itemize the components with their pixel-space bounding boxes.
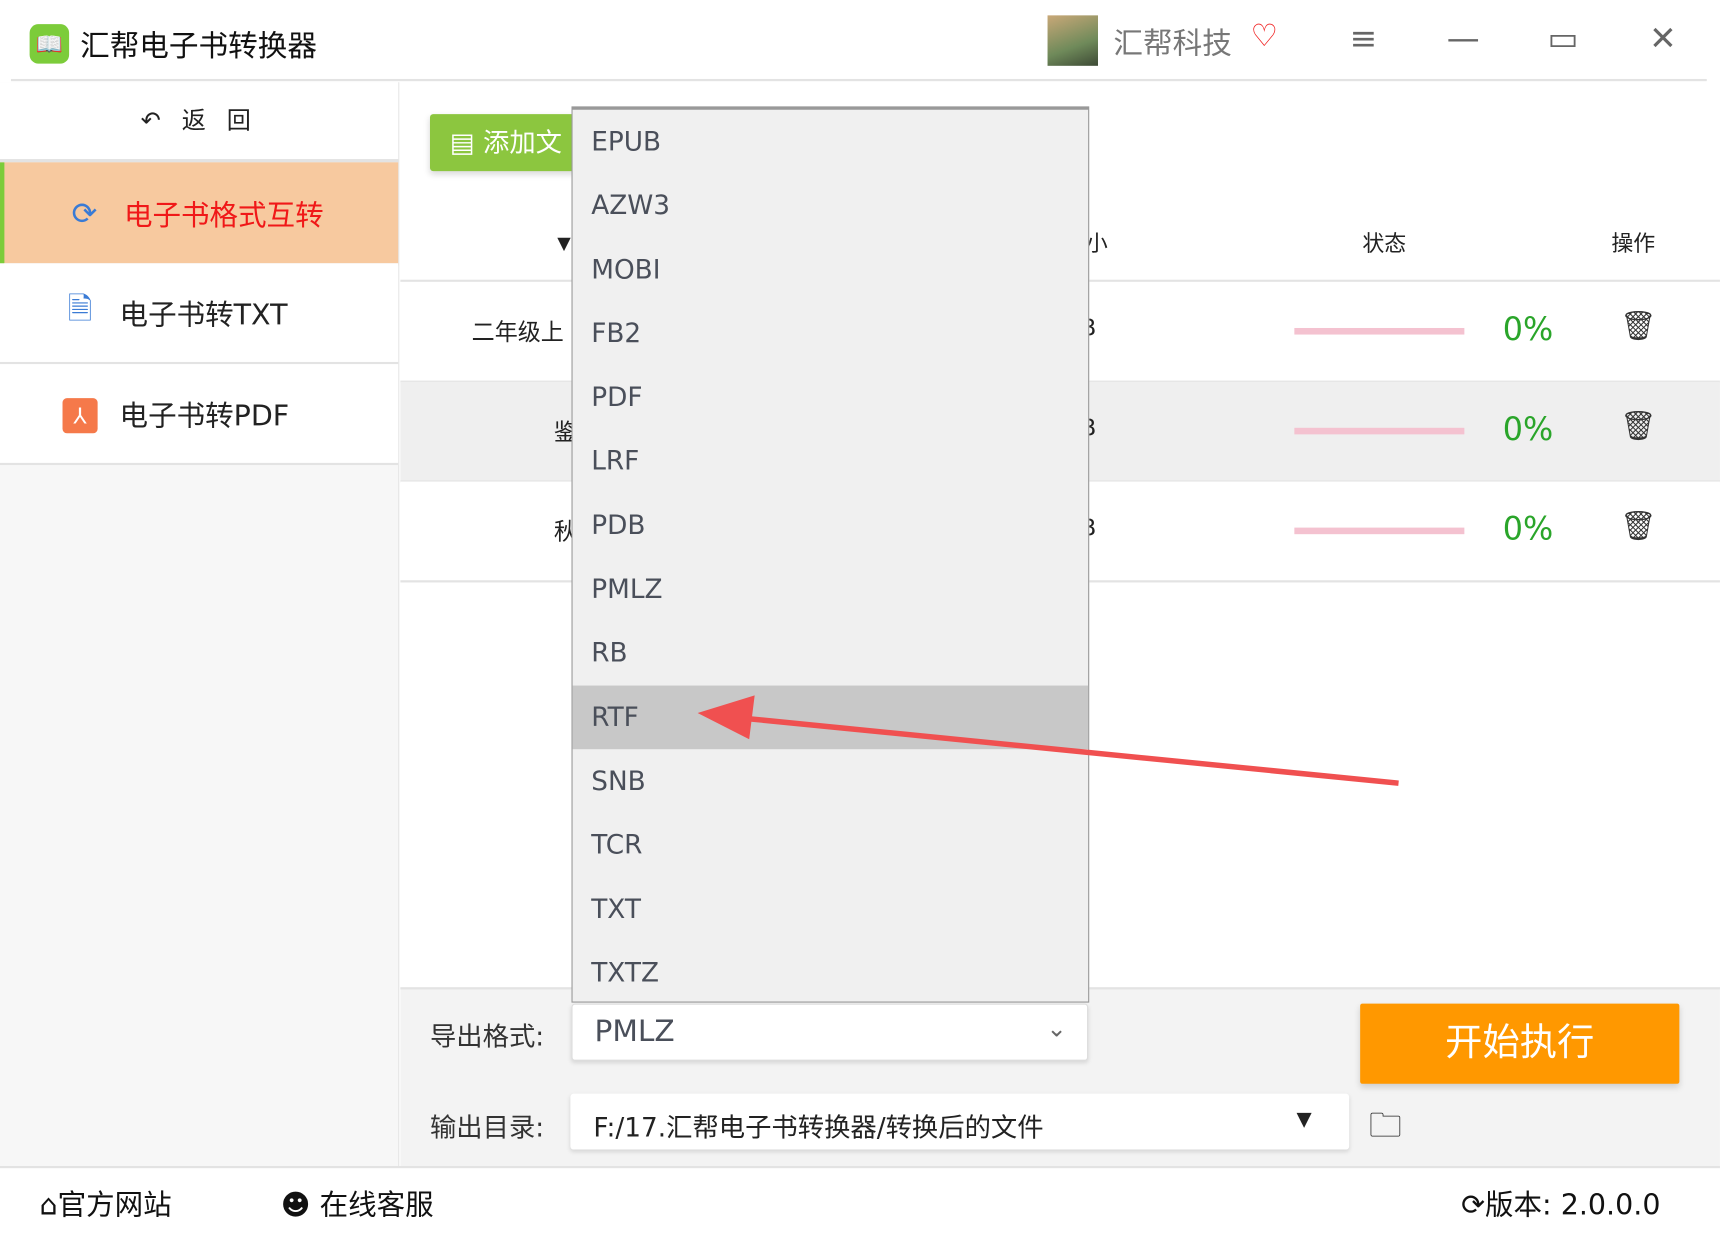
annotation-arrow — [697, 695, 1399, 786]
